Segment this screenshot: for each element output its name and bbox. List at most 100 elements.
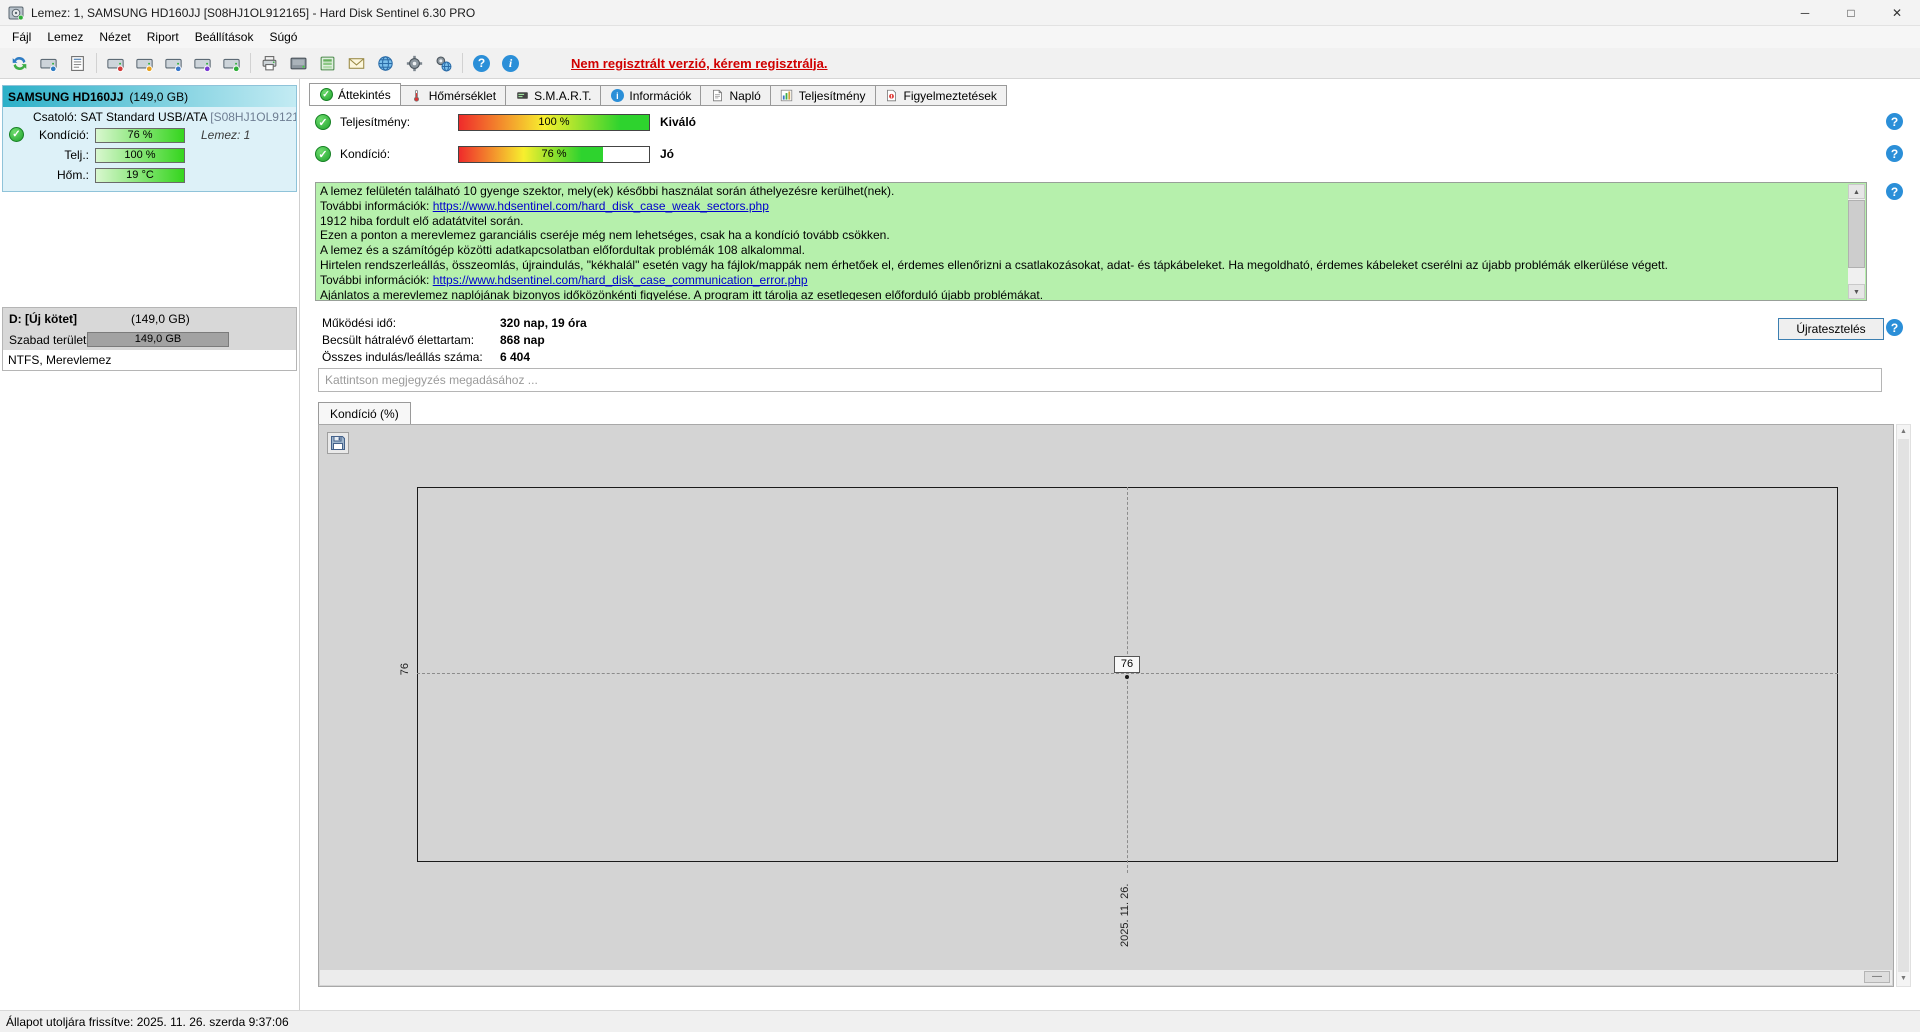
- save-chart-button[interactable]: [327, 432, 349, 454]
- report-list-icon[interactable]: [63, 51, 92, 76]
- message-line: Hirtelen rendszerleállás, összeomlás, új…: [320, 258, 1844, 273]
- disk-short-test-icon[interactable]: [159, 51, 188, 76]
- performance-label: Teljesítmény:: [340, 115, 411, 129]
- settings-icon[interactable]: [400, 51, 429, 76]
- status-ok-icon: ✓: [9, 127, 24, 142]
- disk-list-item-selected[interactable]: SAMSUNG HD160JJ (149,0 GB) Csatoló: SAT …: [2, 85, 297, 192]
- disk-list-sidebar: SAMSUNG HD160JJ (149,0 GB) Csatoló: SAT …: [0, 79, 300, 1010]
- volume-size: (149,0 GB): [131, 311, 190, 326]
- help-icon[interactable]: ?: [1886, 319, 1904, 337]
- menu-fajl[interactable]: Fájl: [4, 27, 39, 47]
- toolbar-separator: [462, 53, 463, 73]
- status-bar: Állapot utoljára frissítve: 2025. 11. 26…: [0, 1010, 1920, 1032]
- message-text: További információk:: [320, 272, 433, 287]
- interface-value: SAT Standard USB/ATA: [80, 110, 207, 124]
- disk-surface-test-icon[interactable]: [101, 51, 130, 76]
- scroll-up-icon[interactable]: ▲: [1897, 425, 1910, 439]
- chart-horizontal-scrollbar[interactable]: —: [320, 970, 1892, 985]
- menu-lemez[interactable]: Lemez: [39, 27, 91, 47]
- sidebar-temperature-row: Hőm.: 19 °C: [3, 165, 296, 185]
- disk-extended-test-icon[interactable]: [188, 51, 217, 76]
- window-title: Lemez: 1, SAMSUNG HD160JJ [S08HJ1OL91216…: [31, 5, 476, 20]
- scroll-down-icon[interactable]: ▼: [1848, 284, 1865, 299]
- disk-number: Lemez: 1: [201, 128, 251, 142]
- info-link[interactable]: https://www.hdsentinel.com/hard_disk_cas…: [433, 199, 769, 213]
- mail-icon[interactable]: [342, 51, 371, 76]
- menu-beallitasok[interactable]: Beállítások: [187, 27, 262, 47]
- message-scrollbar[interactable]: ▲ ▼: [1848, 184, 1865, 299]
- tab-naplo[interactable]: Napló: [701, 85, 771, 106]
- condition-rating: Jó: [660, 147, 675, 161]
- status-ok-icon: ✓: [315, 114, 331, 130]
- chart-tab-kondicio[interactable]: Kondíció (%): [318, 402, 411, 424]
- warning-icon: [885, 89, 899, 103]
- minimize-button[interactable]: ─: [1782, 0, 1828, 25]
- chart-value-label: 76: [1114, 656, 1140, 673]
- tab-informaciok[interactable]: i Információk: [601, 85, 702, 106]
- maximize-button[interactable]: □: [1828, 0, 1874, 25]
- chart-y-axis-label: 76: [399, 663, 411, 676]
- performance-meter-value: 100 %: [538, 115, 570, 128]
- disk-quick-test-icon[interactable]: [130, 51, 159, 76]
- preferences-icon[interactable]: [429, 51, 458, 76]
- disk-info-icon[interactable]: [217, 51, 246, 76]
- volume-list-item[interactable]: D: [Új kötet] (149,0 GB) Szabad terület …: [2, 307, 297, 371]
- register-link[interactable]: Nem regisztrált verzió, kérem regisztrál…: [571, 56, 828, 71]
- printer-icon[interactable]: [255, 51, 284, 76]
- status-messages: A lemez felületén található 10 gyenge sz…: [320, 184, 1844, 300]
- volume-header: D: [Új kötet] (149,0 GB): [3, 308, 296, 329]
- main-panel: ✓ Áttekintés Hőmérséklet S.M.A.R.T. i Informá…: [300, 79, 1920, 1010]
- chart-data-point: [1125, 675, 1129, 679]
- card-reader-icon[interactable]: [313, 51, 342, 76]
- disk-name: SAMSUNG HD160JJ: [8, 89, 124, 104]
- message-line: A lemez felületén található 10 gyenge sz…: [320, 184, 1844, 199]
- tab-teljesitmeny[interactable]: Teljesítmény: [770, 85, 876, 106]
- status-text: Állapot utoljára frissítve: 2025. 11. 26…: [6, 1014, 289, 1029]
- free-space-bar: 149,0 GB: [87, 332, 229, 347]
- help-icon[interactable]: ?: [1886, 183, 1904, 201]
- menu-riport[interactable]: Riport: [139, 27, 187, 47]
- status-ok-icon: ✓: [315, 146, 331, 162]
- info-icon[interactable]: i: [496, 51, 525, 76]
- app-icon: [8, 5, 24, 21]
- condition-meter: 76 %: [458, 145, 650, 163]
- scroll-up-icon[interactable]: ▲: [1848, 184, 1865, 199]
- scrollbar-grip[interactable]: —: [1864, 971, 1890, 983]
- chart-vertical-scrollbar[interactable]: ▲ ▼: [1896, 424, 1911, 987]
- web-icon[interactable]: [371, 51, 400, 76]
- scroll-down-icon[interactable]: ▼: [1897, 972, 1910, 986]
- retest-button[interactable]: Újratesztelés: [1778, 318, 1884, 340]
- tab-attekintes[interactable]: ✓ Áttekintés: [309, 83, 401, 106]
- help-icon[interactable]: ?: [1886, 113, 1904, 131]
- message-line: Ajánlatos a merevlemez naplójának bizony…: [320, 288, 1844, 300]
- stat-label: Működési idő:: [322, 316, 397, 330]
- performance-row: ✓ Teljesítmény: 100 % Kiváló: [315, 113, 696, 131]
- info-link[interactable]: https://www.hdsentinel.com/hard_disk_cas…: [433, 273, 808, 287]
- tab-s.m.a.r.t.[interactable]: S.M.A.R.T.: [506, 85, 602, 106]
- scrollbar-thumb[interactable]: [1898, 439, 1909, 972]
- chart-tab-label: Kondíció (%): [330, 406, 399, 421]
- help-icon[interactable]: ?: [467, 51, 496, 76]
- stat-label: Becsült hátralévő élettartam:: [322, 333, 475, 347]
- help-icon[interactable]: ?: [1886, 145, 1904, 163]
- tab-label: Figyelmeztetések: [903, 88, 997, 103]
- free-space-label: Szabad terület: [9, 332, 87, 347]
- comment-input[interactable]: [318, 368, 1882, 392]
- disk-refresh-icon[interactable]: [34, 51, 63, 76]
- menu-nezet[interactable]: Nézet: [91, 27, 138, 47]
- thermometer-icon: [410, 89, 424, 103]
- hdd-icon[interactable]: [284, 51, 313, 76]
- tab-label: S.M.A.R.T.: [534, 88, 592, 103]
- tab-homerseklet[interactable]: Hőmérséklet: [400, 85, 507, 106]
- condition-label: Kondíció:: [340, 147, 391, 161]
- status-message-box: A lemez felületén található 10 gyenge sz…: [315, 182, 1867, 301]
- performance-bar: 100 %: [95, 147, 185, 163]
- menu-sugo[interactable]: Súgó: [261, 27, 305, 47]
- refresh-icon[interactable]: [5, 51, 34, 76]
- close-button[interactable]: ✕: [1874, 0, 1920, 25]
- scrollbar-thumb[interactable]: [1848, 200, 1865, 268]
- volume-name: D: [Új kötet]: [9, 311, 77, 326]
- tab-figyelmeztetesek[interactable]: Figyelmeztetések: [875, 85, 1007, 106]
- toolbar-separator: [250, 53, 251, 73]
- content-area: SAMSUNG HD160JJ (149,0 GB) Csatoló: SAT …: [0, 79, 1920, 1010]
